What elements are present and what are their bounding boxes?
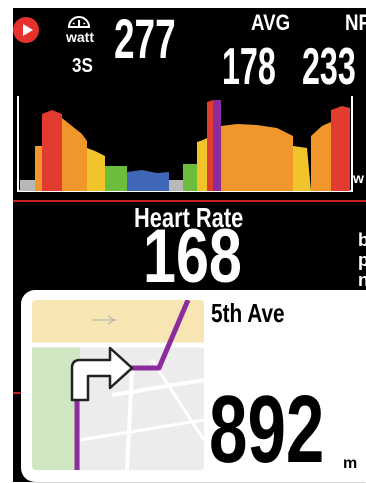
street-name: 5th Ave [211, 298, 285, 328]
power-meter-icon [67, 16, 91, 28]
chart-axis-partial: w [353, 170, 364, 186]
zone-bar [197, 138, 207, 191]
section-divider-left [13, 392, 21, 394]
interval-label: 3S [72, 55, 93, 77]
watt-unit-label: watt [66, 29, 94, 45]
zone-bar [42, 110, 62, 191]
route-map[interactable] [32, 300, 204, 470]
zone-bar [221, 124, 293, 191]
np-power-value: 233 [302, 38, 356, 96]
heart-rate-value: 168 [143, 214, 242, 299]
zone-bar [183, 164, 197, 191]
zone-bar [87, 148, 105, 191]
heart-rate-side-partial: b p n [358, 230, 366, 290]
zone-bar [311, 122, 331, 191]
play-button[interactable] [13, 17, 39, 43]
zone-bar [20, 180, 35, 191]
zone-bar [213, 100, 221, 191]
zone-bar [293, 146, 311, 191]
zone-bar [169, 180, 183, 191]
avg-label: AVG [251, 10, 291, 35]
turn-distance-value: 892 [209, 376, 325, 483]
zone-bar [127, 170, 169, 191]
zone-bar [331, 106, 350, 191]
current-power-value: 277 [114, 7, 176, 70]
power-history-chart [17, 96, 353, 192]
zone-bar [105, 166, 127, 191]
zone-bar [207, 100, 213, 191]
np-label: NP [345, 10, 366, 35]
zone-bar [35, 146, 42, 191]
distance-unit: m [343, 455, 358, 472]
avg-power-value: 178 [222, 38, 276, 96]
zone-bar [62, 118, 87, 191]
navigation-card[interactable]: 5th Ave 892 m [21, 290, 366, 482]
